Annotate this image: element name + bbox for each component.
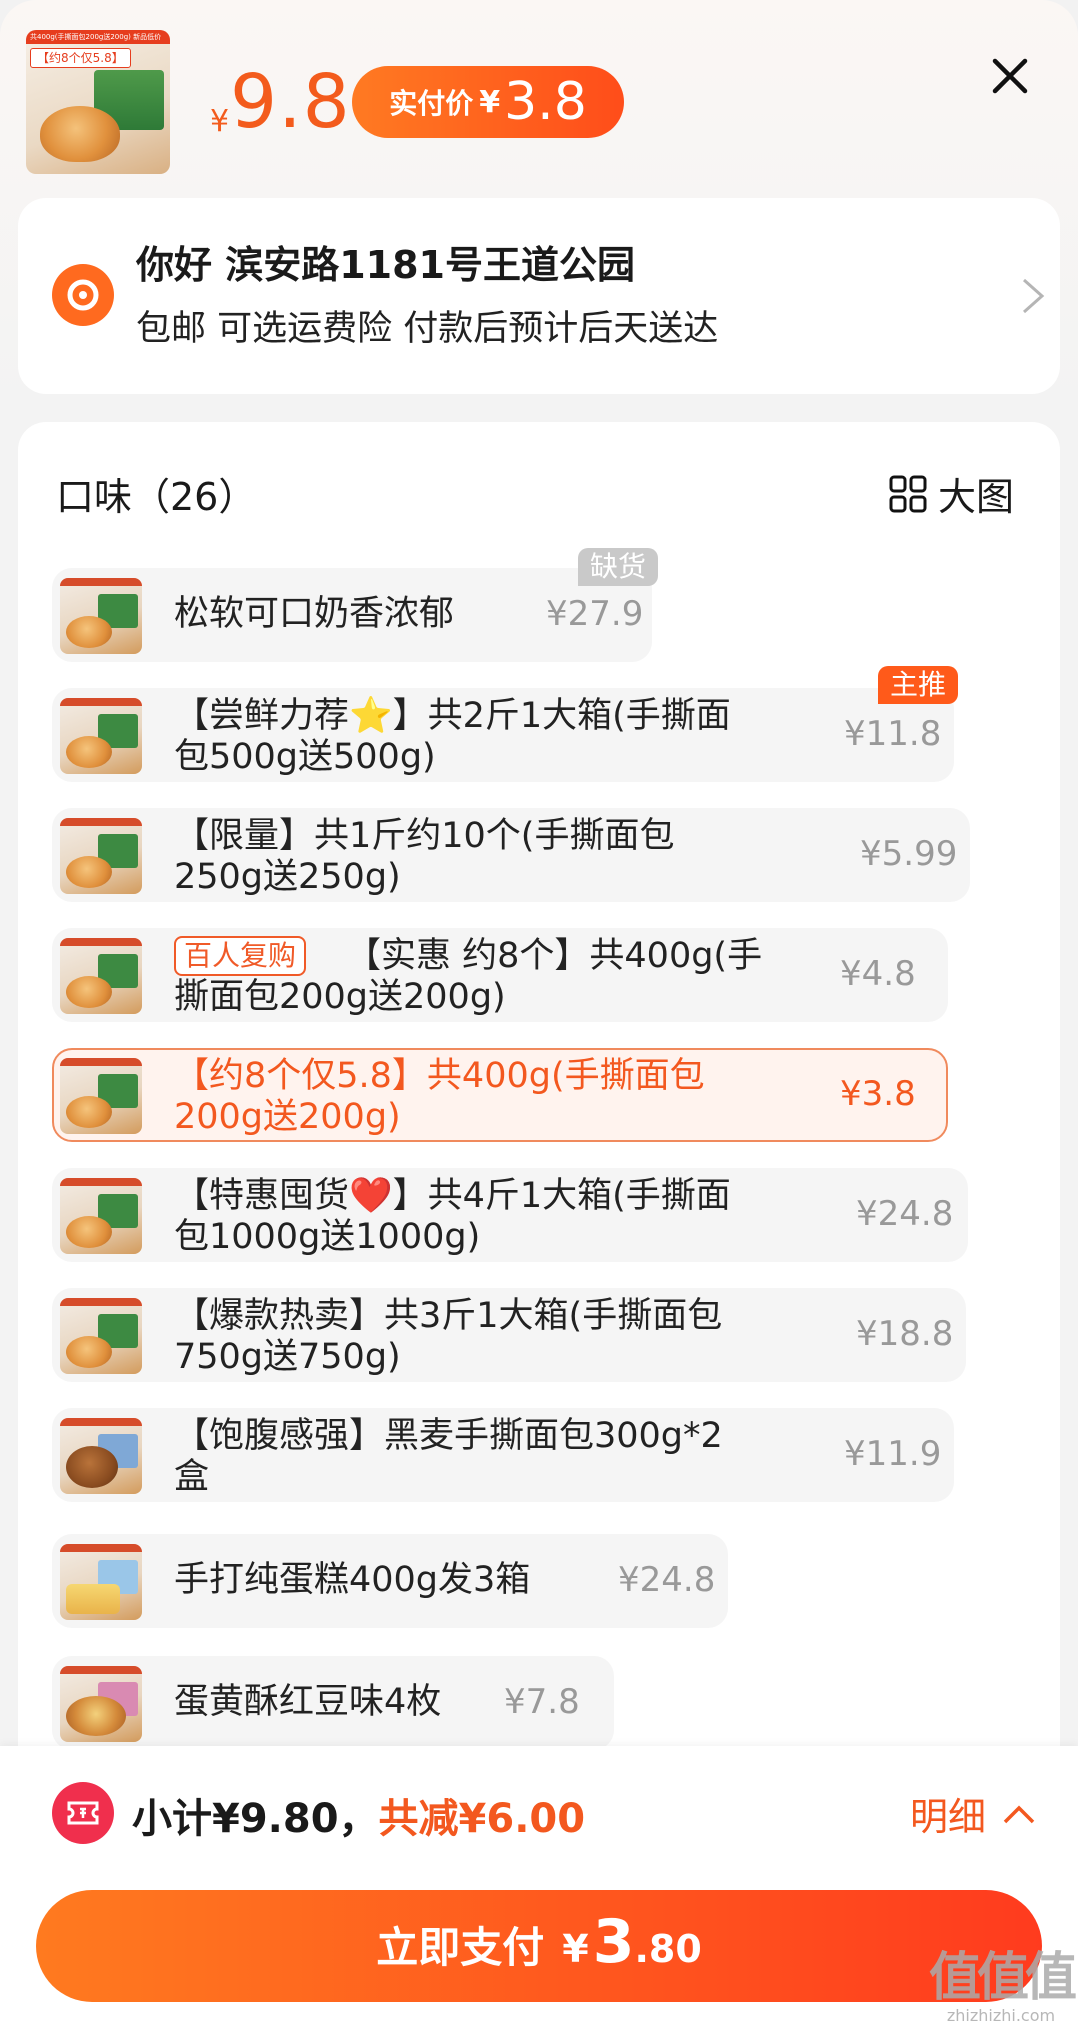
option-price: ¥27.9 — [546, 594, 644, 634]
option-label: 蛋黄酥红豆味4枚 — [174, 1682, 442, 1722]
chevron-right-icon — [1023, 278, 1045, 314]
pay-now-symbol: ¥ — [562, 1927, 589, 1971]
close-button[interactable] — [984, 50, 1036, 102]
thumb-tag: 【约8个仅5.8】 — [30, 48, 131, 68]
option-price: ¥7.8 — [504, 1682, 580, 1722]
actual-price-label: 实付价 — [389, 87, 474, 120]
option-item[interactable]: 蛋黄酥红豆味4枚 ¥7.8 — [52, 1656, 614, 1750]
option-price: ¥3.8 — [840, 1074, 916, 1114]
option-thumbnail — [60, 1298, 142, 1374]
options-title: 口味（26） — [56, 475, 257, 519]
option-price: ¥4.8 — [840, 954, 916, 994]
location-icon — [52, 264, 114, 326]
actual-price-symbol: ¥ — [479, 84, 501, 120]
product-thumbnail[interactable]: 共400g(手撕面包200g送200g) 新品低价 【约8个仅5.8】 — [26, 30, 170, 174]
actual-price-pill: 实付价 ¥ 3.8 — [352, 66, 624, 138]
pay-now-label: 立即支付 — [376, 1923, 545, 1972]
option-thumbnail — [60, 1178, 142, 1254]
option-label: 【尝鲜力荐⭐】共2斤1大箱(手撕面 包500g送500g) — [174, 696, 731, 777]
address-title: 你好 滨安路1181号王道公园 — [136, 243, 635, 287]
option-price: ¥18.8 — [856, 1314, 954, 1354]
option-thumbnail — [60, 938, 142, 1014]
subtotal-text: 小计¥9.80，共减¥6.00 — [132, 1786, 585, 1844]
option-label: 【特惠囤货❤️】共4斤1大箱(手撕面 包1000g送1000g) — [174, 1176, 731, 1257]
option-thumbnail — [60, 818, 142, 894]
option-price: ¥24.8 — [618, 1560, 716, 1600]
option-item[interactable]: 百人复购 【实惠 约8个】共400g(手 撕面包200g送200g) ¥4.8 — [52, 928, 948, 1022]
option-label: 百人复购 【实惠 约8个】共400g(手 撕面包200g送200g) — [174, 936, 763, 1017]
coupon-icon — [52, 1782, 114, 1844]
checkout-bar: 小计¥9.80，共减¥6.00 明细 立即支付 ¥ 3 .80 — [0, 1746, 1078, 2034]
option-item[interactable]: 【饱腹感强】黑麦手撕面包300g*2 盒 ¥11.9 — [52, 1408, 954, 1502]
option-item[interactable]: 【尝鲜力荐⭐】共2斤1大箱(手撕面 包500g送500g) ¥11.8 — [52, 688, 954, 782]
option-label: 松软可口奶香浓郁 — [174, 594, 455, 634]
address-card[interactable]: 你好 滨安路1181号王道公园 包邮 可选运费险 付款后预计后天送达 — [18, 198, 1060, 394]
subtotal-amount: 小计¥9.80， — [132, 1796, 379, 1842]
option-label: 【约8个仅5.8】共400g(手撕面包 200g送200g) — [174, 1056, 705, 1137]
bread-image — [40, 106, 120, 162]
big-view-label: 大图 — [938, 475, 1015, 519]
option-thumbnail — [60, 1058, 142, 1134]
grid-icon — [889, 475, 927, 512]
chevron-up-icon — [1003, 1805, 1035, 1823]
option-thumbnail — [60, 1544, 142, 1620]
price: 9.8 — [230, 59, 351, 145]
close-icon — [992, 58, 1028, 94]
detail-label: 明细 — [910, 1795, 987, 1839]
out-of-stock-tag: 缺货 — [578, 548, 659, 586]
option-label: 【饱腹感强】黑麦手撕面包300g*2 盒 — [174, 1416, 723, 1497]
discount-amount: 共减¥6.00 — [378, 1796, 586, 1842]
detail-toggle[interactable]: 明细 — [910, 1786, 1036, 1841]
option-label: 【限量】共1斤约10个(手撕面包 250g送250g) — [174, 816, 675, 897]
option-price: ¥11.9 — [844, 1434, 942, 1474]
big-view-toggle[interactable]: 大图 — [888, 466, 1014, 521]
pay-now-button[interactable]: 立即支付 ¥ 3 .80 — [36, 1890, 1042, 2002]
address-subtitle: 包邮 可选运费险 付款后预计后天送达 — [136, 309, 719, 349]
option-thumbnail — [60, 698, 142, 774]
option-label: 【爆款热卖】共3斤1大箱(手撕面包 750g送750g) — [174, 1296, 723, 1377]
option-thumbnail — [60, 578, 142, 654]
price-symbol: ¥ — [210, 104, 230, 139]
option-thumbnail — [60, 1418, 142, 1494]
option-item[interactable]: 【特惠囤货❤️】共4斤1大箱(手撕面 包1000g送1000g) ¥24.8 — [52, 1168, 968, 1262]
option-item[interactable]: 手打纯蛋糕400g发3箱 ¥24.8 — [52, 1534, 728, 1628]
option-thumbnail — [60, 1666, 142, 1742]
pay-now-decimal: .80 — [634, 1927, 702, 1971]
pay-now-integer: 3 — [592, 1907, 635, 1977]
thumb-banner: 共400g(手撕面包200g送200g) 新品低价 — [26, 30, 170, 44]
recommended-tag: 主推 — [878, 666, 959, 704]
option-price: ¥5.99 — [860, 834, 958, 874]
option-price: ¥24.8 — [856, 1194, 954, 1234]
option-item[interactable]: 松软可口奶香浓郁 ¥27.9 — [52, 568, 652, 662]
option-item[interactable]: 【爆款热卖】共3斤1大箱(手撕面包 750g送750g) ¥18.8 — [52, 1288, 966, 1382]
repurchase-badge: 百人复购 — [174, 936, 307, 976]
sku-sheet: 共400g(手撕面包200g送200g) 新品低价 【约8个仅5.8】 ¥ 9.… — [0, 0, 1078, 2034]
option-item-selected[interactable]: 【约8个仅5.8】共400g(手撕面包 200g送200g) ¥3.8 — [52, 1048, 948, 1142]
option-price: ¥11.8 — [844, 714, 942, 754]
actual-price-value: 3.8 — [504, 72, 587, 132]
option-item[interactable]: 【限量】共1斤约10个(手撕面包 250g送250g) ¥5.99 — [52, 808, 970, 902]
option-label: 手打纯蛋糕400g发3箱 — [174, 1560, 531, 1600]
